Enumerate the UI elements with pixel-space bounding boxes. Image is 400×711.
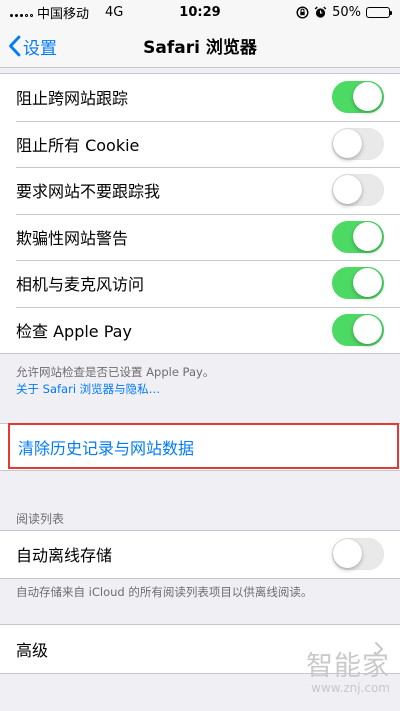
setting-row: 自动离线存储: [0, 531, 400, 578]
block-cookies-toggle[interactable]: [332, 127, 384, 160]
setting-label: 要求网站不要跟踪我: [16, 182, 161, 202]
battery-percent: 50%: [332, 4, 361, 20]
alarm-icon: [314, 6, 327, 18]
back-button[interactable]: 设置: [8, 24, 57, 68]
highlight-annotation: [8, 423, 399, 469]
setting-label: 欺骗性网站警告: [16, 228, 129, 248]
status-right: 50%: [296, 4, 392, 20]
advanced-label: 高级: [16, 641, 49, 660]
do-not-track-toggle[interactable]: [332, 174, 384, 207]
reading-list-group: 自动离线存储: [0, 530, 400, 579]
setting-label: 阻止跨网站跟踪: [16, 89, 129, 109]
watermark-text: 智能家: [306, 651, 390, 682]
watermark-url: www.znj.com: [311, 681, 390, 695]
camera-microphone-access-toggle[interactable]: [332, 267, 384, 300]
status-left: 中国移动 4G: [10, 3, 123, 22]
setting-row: 相机与麦克风访问: [0, 260, 400, 307]
setting-row: 阻止所有 Cookie: [0, 120, 400, 168]
fraudulent-website-warning-toggle[interactable]: [332, 220, 384, 253]
page-title: Safari 浏览器: [143, 38, 257, 58]
chevron-left-icon: [9, 35, 21, 57]
setting-label: 阻止所有 Cookie: [16, 135, 140, 155]
signal-strength-icon: [10, 7, 33, 17]
setting-row: 欺骗性网站警告: [0, 213, 400, 261]
reading-list-header: 阅读列表: [16, 512, 65, 526]
reading-list-footer: 自动存储来自 iCloud 的所有阅读列表项目以供离线阅读。: [16, 585, 313, 599]
apple-pay-note: 允许网站检查是否已设置 Apple Pay。: [16, 365, 215, 379]
status-bar: 中国移动 4G 10:29 50%: [0, 0, 400, 24]
check-apple-pay-toggle[interactable]: [332, 313, 384, 346]
privacy-link[interactable]: 关于 Safari 浏览器与隐私…: [16, 381, 388, 398]
auto-save-offline-toggle[interactable]: [332, 538, 384, 571]
network-type: 4G: [105, 4, 124, 20]
navigation-bar: 设置 Safari 浏览器: [0, 24, 400, 68]
cross-site-tracking-toggle[interactable]: [332, 81, 384, 114]
carrier-name: 中国移动: [37, 6, 90, 22]
setting-row: 阻止跨网站跟踪: [0, 74, 400, 121]
privacy-footer: 允许网站检查是否已设置 Apple Pay。 关于 Safari 浏览器与隐私…: [16, 364, 388, 398]
orientation-lock-icon: [296, 5, 309, 19]
setting-label: 相机与麦克风访问: [16, 275, 145, 295]
privacy-settings-group: 阻止跨网站跟踪 阻止所有 Cookie 要求网站不要跟踪我 欺骗性网站警告 相机…: [0, 73, 400, 354]
battery-icon: [366, 6, 392, 18]
setting-label: 自动离线存储: [16, 546, 113, 566]
setting-row: 要求网站不要跟踪我: [0, 167, 400, 214]
watermark: 智能家 www.znj.com: [306, 644, 390, 695]
setting-row: 检查 Apple Pay: [0, 306, 400, 354]
setting-label: 检查 Apple Pay: [16, 321, 132, 341]
back-label: 设置: [23, 38, 57, 59]
